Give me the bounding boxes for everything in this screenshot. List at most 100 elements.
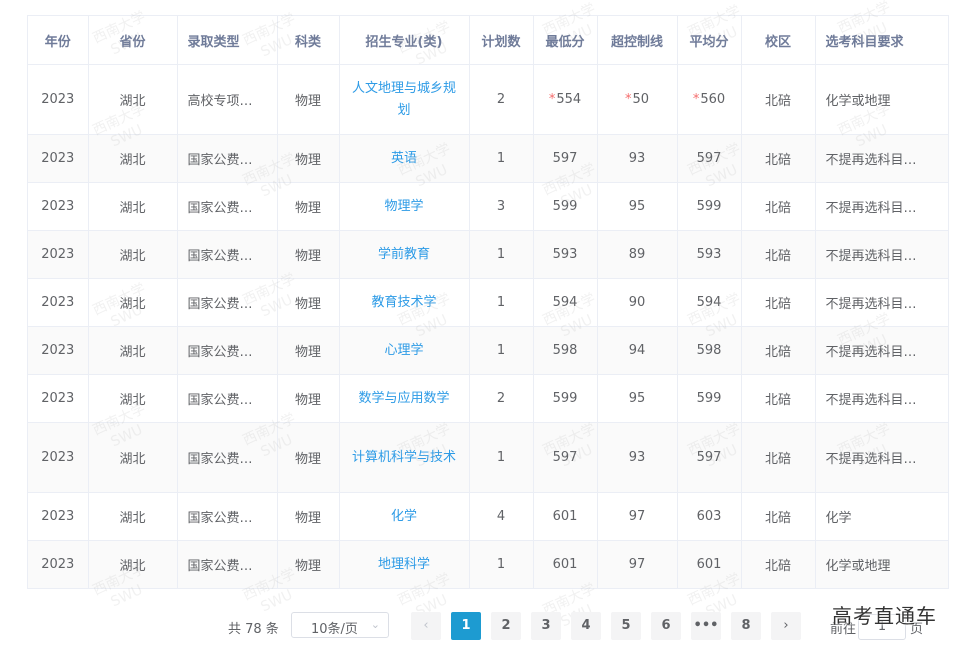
table-row: 2023 湖北 国家公费… 物理 地理科学 1 601 97 601 北碚 化学或地理 xyxy=(28,540,948,589)
cell-admission-type: 国家公费… xyxy=(177,492,278,541)
cell-year: 2023 xyxy=(28,134,89,183)
cell-avg-score: *560 xyxy=(677,64,742,135)
cell-subject-requirement: 不提再选科目… xyxy=(815,374,948,423)
cell-subject-category: 物理 xyxy=(277,374,340,423)
cell-admission-type: 高校专项… xyxy=(177,64,278,135)
next-page-button[interactable]: › xyxy=(771,612,801,640)
major-link[interactable]: 学前教育 xyxy=(378,247,430,262)
header-year: 年份 xyxy=(28,16,89,65)
cell-major[interactable]: 计算机科学与技术 xyxy=(339,422,470,493)
cell-over-control-line: 90 xyxy=(597,278,678,327)
cell-year: 2023 xyxy=(28,64,89,135)
cell-major[interactable]: 数学与应用数学 xyxy=(339,374,470,423)
cell-over-control-line: *50 xyxy=(597,64,678,135)
cell-subject-requirement: 化学或地理 xyxy=(815,540,948,589)
table-row: 2023 湖北 国家公费… 物理 英语 1 597 93 597 北碚 不提再选科目… xyxy=(28,134,948,183)
major-link[interactable]: 地理科学 xyxy=(378,557,430,572)
cell-min-score: 594 xyxy=(533,278,598,327)
major-link[interactable]: 教育技术学 xyxy=(371,295,436,310)
cell-major[interactable]: 化学 xyxy=(339,492,470,541)
more-pages-button[interactable]: ••• xyxy=(691,612,721,640)
cell-min-score: 601 xyxy=(533,540,598,589)
cell-over-control-line: 97 xyxy=(597,492,678,541)
header-province: 省份 xyxy=(88,16,178,65)
cell-avg-score: 603 xyxy=(677,492,742,541)
cell-campus: 北碚 xyxy=(741,230,816,279)
cell-min-score: 599 xyxy=(533,374,598,423)
cell-year: 2023 xyxy=(28,492,89,541)
major-link[interactable]: 数学与应用数学 xyxy=(358,391,449,406)
page-button-3[interactable]: 3 xyxy=(531,612,561,640)
header-admission-type: 录取类型 xyxy=(177,16,278,65)
page-size-select[interactable]: 10条/页 ⌄ xyxy=(291,612,389,638)
cell-year: 2023 xyxy=(28,182,89,231)
cell-major[interactable]: 地理科学 xyxy=(339,540,470,589)
cell-subject-requirement: 不提再选科目… xyxy=(815,422,948,493)
cell-plan-count: 1 xyxy=(469,540,534,589)
major-link[interactable]: 人文地理与城乡规划 xyxy=(352,81,456,118)
cell-subject-category: 物理 xyxy=(277,326,340,375)
asterisk-icon: * xyxy=(692,92,700,107)
cell-year: 2023 xyxy=(28,230,89,279)
cell-campus: 北碚 xyxy=(741,492,816,541)
page-button-1[interactable]: 1 xyxy=(451,612,481,640)
cell-plan-count: 4 xyxy=(469,492,534,541)
prev-page-button[interactable]: ‹ xyxy=(411,612,441,640)
admission-table-container: 年份 省份 录取类型 科类 招生专业(类) 计划数 最低分 超控制线 平均分 校… xyxy=(27,15,949,589)
page-button-4[interactable]: 4 xyxy=(571,612,601,640)
page-button-6[interactable]: 6 xyxy=(651,612,681,640)
cell-subject-category: 物理 xyxy=(277,134,340,183)
header-major: 招生专业(类) xyxy=(339,16,470,65)
page-size-value: 10条/页 xyxy=(311,622,358,637)
cell-campus: 北碚 xyxy=(741,64,816,135)
cell-admission-type: 国家公费… xyxy=(177,182,278,231)
cell-plan-count: 2 xyxy=(469,64,534,135)
cell-campus: 北碚 xyxy=(741,422,816,493)
cell-major[interactable]: 物理学 xyxy=(339,182,470,231)
cell-campus: 北碚 xyxy=(741,182,816,231)
cell-major[interactable]: 心理学 xyxy=(339,326,470,375)
cell-value: 560 xyxy=(700,92,726,107)
major-link[interactable]: 化学 xyxy=(391,509,417,524)
cell-avg-score: 597 xyxy=(677,422,742,493)
cell-campus: 北碚 xyxy=(741,540,816,589)
cell-major[interactable]: 学前教育 xyxy=(339,230,470,279)
cell-province: 湖北 xyxy=(88,230,178,279)
cell-province: 湖北 xyxy=(88,182,178,231)
major-link[interactable]: 物理学 xyxy=(384,199,423,214)
cell-year: 2023 xyxy=(28,422,89,493)
major-link[interactable]: 英语 xyxy=(391,151,417,166)
cell-value: 50 xyxy=(632,92,650,107)
cell-province: 湖北 xyxy=(88,64,178,135)
table-row: 2023 湖北 国家公费… 物理 物理学 3 599 95 599 北碚 不提再选科目… xyxy=(28,182,948,231)
cell-over-control-line: 97 xyxy=(597,540,678,589)
cell-province: 湖北 xyxy=(88,278,178,327)
table-header-row: 年份 省份 录取类型 科类 招生专业(类) 计划数 最低分 超控制线 平均分 校… xyxy=(28,16,948,65)
cell-province: 湖北 xyxy=(88,540,178,589)
asterisk-icon: * xyxy=(548,92,556,107)
cell-avg-score: 593 xyxy=(677,230,742,279)
cell-subject-requirement: 不提再选科目… xyxy=(815,230,948,279)
cell-subject-requirement: 不提再选科目… xyxy=(815,326,948,375)
cell-province: 湖北 xyxy=(88,326,178,375)
cell-value: 554 xyxy=(556,92,582,107)
cell-major[interactable]: 教育技术学 xyxy=(339,278,470,327)
major-link[interactable]: 心理学 xyxy=(384,343,423,358)
cell-min-score: 597 xyxy=(533,134,598,183)
admission-table: 年份 省份 录取类型 科类 招生专业(类) 计划数 最低分 超控制线 平均分 校… xyxy=(28,16,948,589)
cell-admission-type: 国家公费… xyxy=(177,278,278,327)
page-button-8[interactable]: 8 xyxy=(731,612,761,640)
asterisk-icon: * xyxy=(624,92,632,107)
cell-province: 湖北 xyxy=(88,134,178,183)
cell-plan-count: 1 xyxy=(469,278,534,327)
page-button-2[interactable]: 2 xyxy=(491,612,521,640)
cell-subject-category: 物理 xyxy=(277,422,340,493)
cell-province: 湖北 xyxy=(88,422,178,493)
cell-campus: 北碚 xyxy=(741,278,816,327)
cell-major[interactable]: 人文地理与城乡规划 xyxy=(339,64,470,135)
cell-subject-category: 物理 xyxy=(277,278,340,327)
major-link[interactable]: 计算机科学与技术 xyxy=(352,450,456,465)
page-button-5[interactable]: 5 xyxy=(611,612,641,640)
cell-major[interactable]: 英语 xyxy=(339,134,470,183)
cell-admission-type: 国家公费… xyxy=(177,326,278,375)
